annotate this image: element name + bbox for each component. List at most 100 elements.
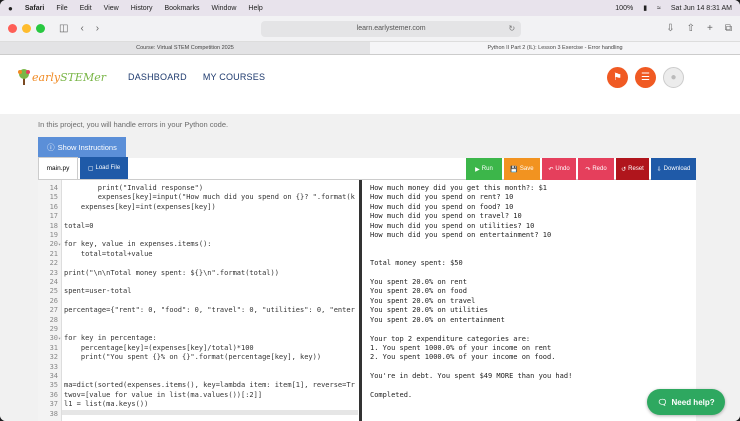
code-line[interactable]: 30▾ for key in percentage: [38, 334, 361, 343]
menu-window[interactable]: Window [212, 5, 237, 12]
line-number: 20 [49, 240, 58, 249]
save-button[interactable]: 💾 Save [504, 158, 540, 180]
menu-bookmarks[interactable]: Bookmarks [164, 5, 199, 12]
console-output: How much money did you get this month?: … [370, 184, 573, 399]
code-text: spent=user-total [64, 287, 132, 296]
menu-file[interactable]: File [56, 5, 67, 12]
download-label: Download [663, 166, 691, 172]
line-number: 33 [49, 362, 58, 371]
macos-menu-bar: ● Safari File Edit View History Bookmark… [0, 0, 740, 16]
tab-course-label: Course: Virtual STEM Competition 2025 [136, 45, 234, 51]
nav-dashboard[interactable]: DASHBOARD [128, 72, 187, 82]
download-button[interactable]: ⇩ Download [651, 158, 696, 180]
need-help-label: Need help? [671, 397, 715, 407]
menu-icon[interactable]: ☰ [635, 66, 656, 88]
code-line[interactable]: 29 [38, 325, 361, 334]
undo-button[interactable]: ↶ Undo [542, 158, 576, 180]
code-line[interactable]: 17 [38, 212, 361, 221]
code-editor[interactable]: 14 print("Invalid response") 15 expenses[… [38, 180, 361, 421]
site-logo[interactable]: earlySTEMer [16, 68, 112, 86]
code-line[interactable]: 20▾ for key, value in expenses.items(): [38, 240, 361, 249]
tab-lesson[interactable]: Python II Part 2 (IL): Lesson 3 Exercise… [370, 42, 740, 54]
menu-app-name[interactable]: Safari [25, 5, 44, 12]
wifi-icon[interactable]: ≈ [657, 5, 661, 12]
menu-help[interactable]: Help [248, 5, 262, 12]
zoom-window-button[interactable] [36, 24, 45, 33]
notifications-icon[interactable]: ⚑ [607, 66, 628, 88]
load-file-label: Load File [95, 165, 121, 171]
reload-icon[interactable]: ↻ [508, 24, 515, 33]
address-bar[interactable]: learn.earlystemer.com ↻ [261, 20, 522, 37]
load-file-button[interactable]: ▢ Load File [80, 157, 128, 179]
folder-icon: ▢ [87, 165, 94, 172]
code-line[interactable]: 16 expenses[key]=int(expenses[key]) [38, 203, 361, 212]
run-button[interactable]: ▶ Run [466, 158, 502, 180]
reset-label: Reset [628, 166, 644, 172]
horizontal-scrollbar[interactable] [62, 410, 358, 415]
code-line[interactable]: 14 print("Invalid response") [38, 184, 361, 193]
minimize-window-button[interactable] [22, 24, 31, 33]
line-number: 26 [49, 296, 58, 305]
code-line[interactable]: 33 [38, 363, 361, 372]
forward-icon[interactable]: › [96, 23, 99, 34]
code-text: for key in percentage: [64, 334, 157, 343]
tab-overview-icon[interactable]: ⧉ [725, 23, 732, 34]
line-number: 35 [49, 381, 58, 390]
code-text: expenses[key]=int(expenses[key]) [64, 202, 216, 211]
chat-icon: 🗨 [657, 397, 668, 407]
code-line[interactable]: 27 percentage={"rent": 0, "food": 0, "tra… [38, 306, 361, 315]
code-line[interactable]: 25 spent=user-total [38, 287, 361, 296]
code-line[interactable]: 31 percentage[key]=(expenses[key]/total)… [38, 344, 361, 353]
line-number: 28 [49, 315, 58, 324]
undo-label: Undo [555, 166, 570, 172]
tab-course[interactable]: Course: Virtual STEM Competition 2025 [0, 42, 370, 54]
menu-view[interactable]: View [104, 5, 119, 12]
code-line[interactable]: 26 [38, 297, 361, 306]
reset-button[interactable]: ↺ Reset [616, 158, 649, 180]
code-line[interactable]: 21 total=total+value [38, 250, 361, 259]
menu-history[interactable]: History [131, 5, 153, 12]
avatar[interactable]: ● [663, 66, 684, 88]
undo-icon: ↶ [548, 166, 554, 173]
sidebar-icon[interactable]: ◫ [59, 23, 68, 34]
code-line[interactable]: 28 [38, 316, 361, 325]
close-window-button[interactable] [8, 24, 17, 33]
reset-icon: ↺ [621, 166, 627, 173]
code-line[interactable]: 22 [38, 259, 361, 268]
code-line[interactable]: 35 ma=dict(sorted(expenses.items(), key=l… [38, 381, 361, 390]
line-number: 16 [49, 202, 58, 211]
code-line[interactable]: 34 [38, 372, 361, 381]
downloads-icon[interactable]: ⇩ [666, 23, 674, 34]
code-line[interactable]: 32 print("You spent {}% on {}".format(pe… [38, 353, 361, 362]
line-number: 14 [49, 184, 58, 192]
code-line[interactable]: 37 l1 = list(ma.keys()) [38, 400, 361, 409]
code-line[interactable]: 23 print("\n\nTotal money spent: ${}\n".f… [38, 269, 361, 278]
redo-label: Redo [592, 166, 607, 172]
lesson-intro: In this project, you will handle errors … [38, 120, 229, 129]
battery-icon[interactable]: ▮ [643, 4, 647, 12]
show-instructions-button[interactable]: ⓘ Show Instructions [38, 137, 126, 158]
file-tab-main[interactable]: main.py [38, 157, 78, 179]
code-line[interactable]: 24 [38, 278, 361, 287]
code-line[interactable]: 19 [38, 231, 361, 240]
new-tab-icon[interactable]: + [707, 23, 713, 34]
apple-icon[interactable]: ● [8, 4, 13, 13]
redo-button[interactable]: ↷ Redo [578, 158, 614, 180]
clock[interactable]: Sat Jun 14 8:31 AM [671, 5, 732, 12]
nav-my-courses[interactable]: MY COURSES [203, 72, 265, 82]
code-line[interactable]: 15 expenses[key]=input("How much did you… [38, 193, 361, 202]
need-help-button[interactable]: 🗨 Need help? [647, 389, 725, 415]
code-line[interactable]: 18 total=0 [38, 222, 361, 231]
back-icon[interactable]: ‹ [80, 23, 83, 34]
code-text: print("You spent {}% on {}".format(perce… [64, 353, 322, 362]
code-line[interactable]: 36 twov=[value for value in list(ma.value… [38, 391, 361, 400]
line-number: 27 [49, 306, 58, 315]
code-text: percentage={"rent": 0, "food": 0, "trave… [64, 306, 355, 315]
panel-divider[interactable] [359, 180, 362, 421]
menu-edit[interactable]: Edit [80, 5, 92, 12]
share-icon[interactable]: ⇧ [687, 23, 695, 34]
url-text: learn.earlystemer.com [356, 25, 426, 32]
code-text: twov=[value for value in list(ma.values(… [64, 390, 263, 399]
logo-word-stemer: STEMer [60, 70, 106, 84]
code-text: percentage[key]=(expenses[key]/total)*10… [64, 343, 254, 352]
